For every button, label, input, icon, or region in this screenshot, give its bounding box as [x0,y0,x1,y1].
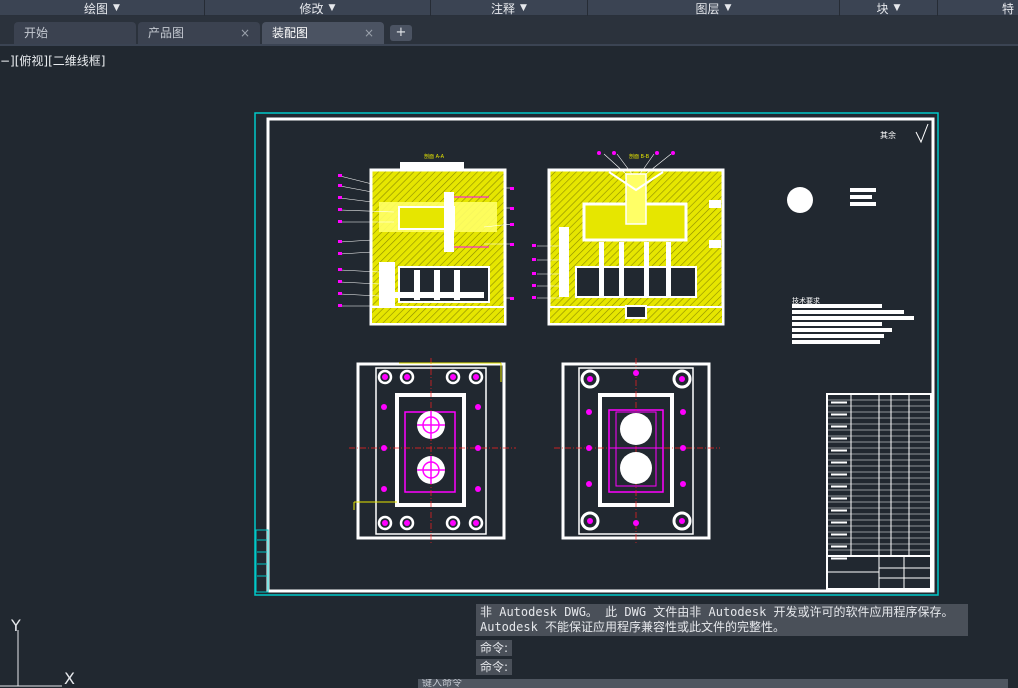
caret-down-icon: ▼ [724,3,732,13]
viewport-controls[interactable]: −][俯视][二维线框] [0,52,105,69]
section-view-a-a: 剖面 A-A [338,153,514,326]
caret-down-icon: ▼ [328,3,336,13]
drawing-sheet[interactable]: 剖面 A-A 剖面 B-B 其余 技术要求 [254,112,940,598]
command-history-line: 命令: [476,659,513,675]
ribbon-panel-layers[interactable]: 图层 ▼ [588,0,840,16]
table-row-text [831,437,847,440]
section-label: 剖面 A-A [424,153,445,160]
caret-down-icon: ▼ [113,3,120,13]
ribbon-panel-properties[interactable]: 特 [938,0,1018,16]
section-view-b-b: 剖面 B-B [532,151,725,326]
close-icon[interactable]: × [240,22,250,44]
tab-label: 装配图 [272,26,309,40]
command-input[interactable]: 键入命令 [418,679,1008,688]
ribbon-panel-label: 注释 [491,1,516,16]
tab-product-drawing[interactable]: 产品图 × [138,22,260,44]
ucs-x-label: X [64,669,75,688]
table-row-text [831,473,847,476]
ribbon-panel-label: 修改 [299,1,324,16]
table-row-text [831,485,847,488]
table-row-text [831,509,847,512]
table-row-text [831,449,847,452]
caret-down-icon: ▼ [893,3,901,13]
table-row-text [831,401,847,404]
ribbon-panel-bar: 绘图 ▼ 修改 ▼ 注释 ▼ 图层 ▼ 块 ▼ 特 [0,0,1018,16]
table-row-text [831,497,847,500]
table-row-text [831,413,847,416]
command-history-line: 命令: [476,640,513,656]
tab-assembly-drawing[interactable]: 装配图 × [262,22,384,44]
ribbon-panel-modify[interactable]: 修改 ▼ [205,0,431,16]
ribbon-panel-annotate[interactable]: 注释 ▼ [431,0,588,16]
ribbon-panel-block[interactable]: 块 ▼ [840,0,938,16]
parts-list-table [826,393,932,590]
tab-label: 开始 [24,26,49,40]
ribbon-panel-label: 特 [1001,1,1014,16]
section-label: 剖面 B-B [629,153,650,160]
roughness-icon [915,123,929,144]
table-row-text [831,533,847,536]
ribbon-panel-label: 块 [876,1,889,16]
table-row-text [831,521,847,524]
command-message-line: 非 Autodesk DWG。 此 DWG 文件由非 Autodesk 开发或许… [480,605,954,619]
caret-down-icon: ▼ [520,3,527,13]
roughness-symbol: 其余 [880,123,929,144]
autocad-window: 绘图 ▼ 修改 ▼ 注释 ▼ 图层 ▼ 块 ▼ 特 开始 产品图 × 装配图 × + −][俯… [0,0,1018,688]
roughness-label: 其余 [880,130,896,140]
ribbon-panel-label: 绘图 [84,1,109,16]
plus-icon[interactable]: + [390,25,412,41]
table-row-text [831,425,847,428]
table-row-text [831,545,847,548]
tab-start[interactable]: 开始 [14,22,136,44]
plan-view-left [349,358,516,544]
command-message-line: Autodesk 不能保证应用程序兼容性或此文件的完整性。 [480,620,786,634]
notes-title: 技术要求 [792,296,820,305]
tab-label: 产品图 [148,26,185,40]
file-tab-bar: 开始 产品图 × 装配图 × + [0,16,1018,46]
binding-strip [255,529,269,593]
plan-view-right [554,358,720,544]
ribbon-panel-draw[interactable]: 绘图 ▼ [0,0,205,16]
technical-notes: 技术要求 [792,296,914,344]
table-row-text [831,461,847,464]
close-icon[interactable]: × [364,22,374,44]
command-message: 非 Autodesk DWG。 此 DWG 文件由非 Autodesk 开发或许… [476,604,968,636]
ribbon-panel-label: 图层 [695,1,720,16]
table-row-text [831,557,847,560]
ucs-y-label: Y [11,616,21,635]
product-sketch [787,187,876,213]
